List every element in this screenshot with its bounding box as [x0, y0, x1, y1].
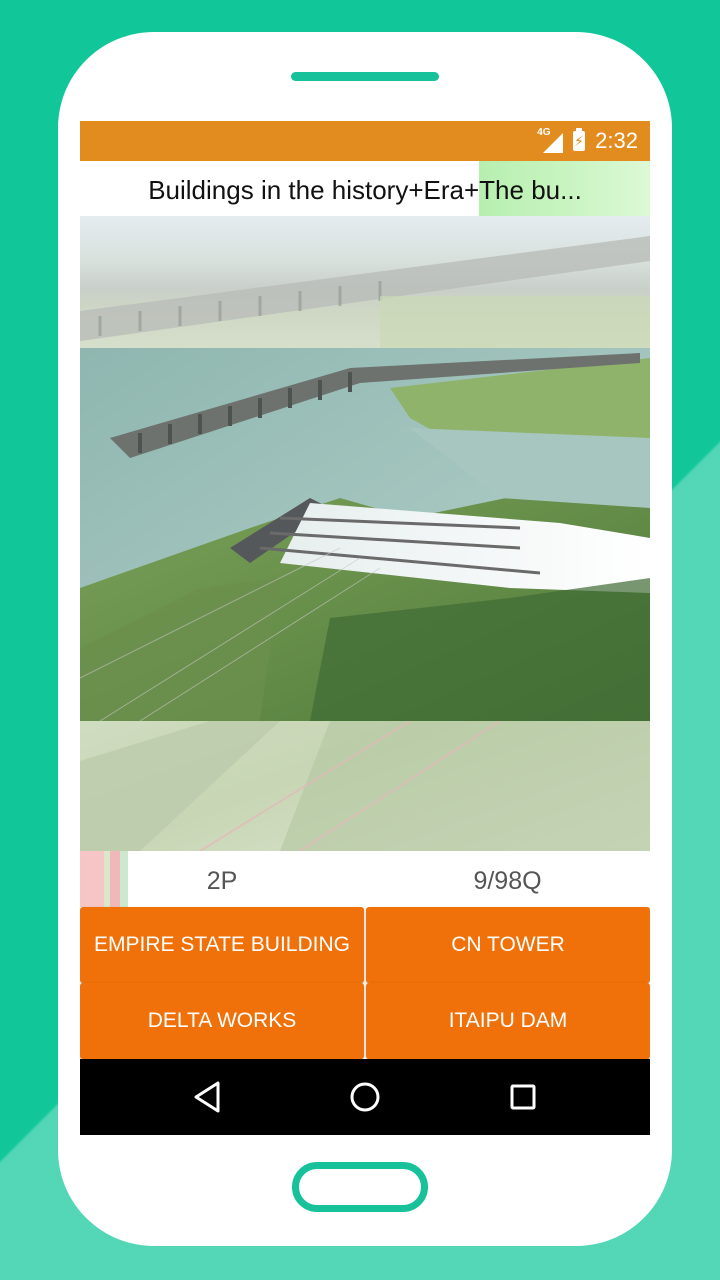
image-faded-top	[80, 216, 650, 348]
page-title: Buildings in the history+Era+The bu...	[148, 175, 582, 205]
phone-home-key	[292, 1162, 428, 1212]
status-bar: 4G ⚡ 2:32	[80, 121, 650, 161]
status-icons: 4G ⚡ 2:32	[537, 127, 638, 154]
answer-button-2[interactable]: CN TOWER	[366, 907, 650, 983]
answer-button-3[interactable]: DELTA WORKS	[80, 983, 364, 1059]
signal-icon: 4G	[537, 127, 564, 153]
navigation-bar	[80, 1059, 650, 1135]
image-faded-bottom	[80, 720, 650, 851]
question-image-area	[80, 216, 650, 851]
question-progress: 9/98Q	[473, 867, 542, 895]
score-row: 2P 9/98Q	[80, 851, 650, 907]
back-triangle-icon[interactable]	[190, 1079, 226, 1115]
answer-button-1[interactable]: EMPIRE STATE BUILDING	[80, 907, 364, 983]
answer-button-4[interactable]: ITAIPU DAM	[366, 983, 650, 1059]
phone-speaker	[291, 72, 439, 81]
battery-icon: ⚡	[573, 128, 586, 151]
home-circle-icon[interactable]	[347, 1079, 383, 1115]
recent-square-icon[interactable]	[505, 1079, 541, 1115]
score-color-strip	[80, 851, 128, 907]
app-screen: 4G ⚡ 2:32 Buildings in the history+Era+T…	[80, 121, 650, 1135]
status-time: 2:32	[595, 128, 638, 153]
title-bar: Buildings in the history+Era+The bu...	[80, 161, 650, 216]
answer-grid: EMPIRE STATE BUILDING CN TOWER DELTA WOR…	[80, 907, 650, 1059]
points-label: 2P	[206, 867, 238, 895]
question-image	[80, 348, 650, 722]
